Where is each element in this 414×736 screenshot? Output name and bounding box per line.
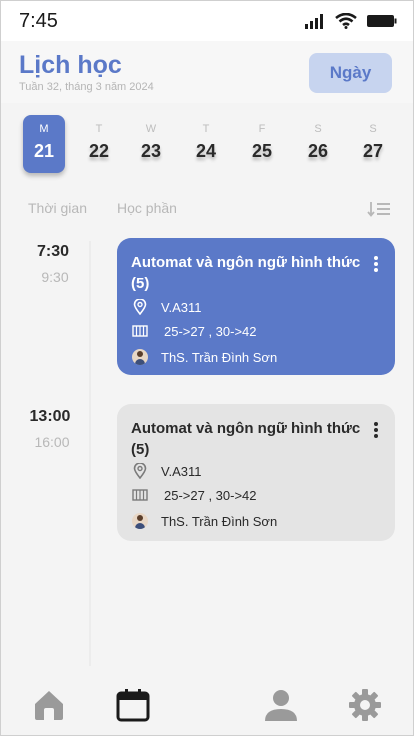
day-wednesday[interactable]: W 23 <box>130 115 172 173</box>
day-date: 26 <box>307 141 329 161</box>
room-label: V.A311 <box>161 299 202 315</box>
day-name: S <box>369 123 377 135</box>
day-tuesday[interactable]: T 22 <box>78 115 120 173</box>
more-options-icon[interactable] <box>373 422 379 438</box>
day-date: 22 <box>88 141 110 161</box>
day-monday[interactable]: M 21 <box>23 115 65 173</box>
teacher-avatar <box>131 512 149 530</box>
day-friday[interactable]: F 25 <box>241 115 283 173</box>
day-name: M <box>39 123 49 135</box>
time-column-header: Thời gian <box>28 200 87 216</box>
room-row: V.A311 <box>131 462 202 480</box>
calendar-icon <box>116 689 150 722</box>
battery-icon <box>367 15 397 27</box>
session-start-time: 13:00 <box>29 408 71 425</box>
day-view-button[interactable]: Ngày <box>309 53 392 93</box>
bottom-nav <box>1 671 413 735</box>
weeks-row: 25->27 , 30->42 <box>131 486 257 504</box>
nav-home[interactable] <box>31 687 67 723</box>
nav-profile[interactable] <box>263 687 299 723</box>
day-name: T <box>202 123 210 135</box>
weeks-label: 25->27 , 30->42 <box>164 323 257 339</box>
session-end-time: 9:30 <box>41 269 69 285</box>
more-options-icon[interactable] <box>373 256 379 272</box>
avatar <box>132 513 148 529</box>
week-strip: M 21 T 22 W 23 T 24 F 25 S 26 S 27 <box>1 105 413 181</box>
status-bar: 7:45 <box>1 1 413 41</box>
day-name: F <box>258 123 266 135</box>
sort-icon[interactable] <box>367 201 391 217</box>
day-date: 23 <box>140 141 162 161</box>
page-title: Lịch học <box>19 51 122 79</box>
day-saturday[interactable]: S 26 <box>297 115 339 173</box>
room-label: V.A311 <box>161 463 202 479</box>
header: Lịch học Tuần 32, tháng 3 năm 2024 Ngày <box>1 41 413 103</box>
weeks-grid-icon <box>131 322 149 340</box>
day-name: T <box>95 123 103 135</box>
session-card[interactable]: Automat và ngôn ngữ hình thức (5) V.A311… <box>117 404 395 541</box>
location-pin-icon <box>131 298 149 316</box>
home-icon <box>35 691 63 720</box>
teacher-row: ThS. Trần Đình Sơn <box>131 348 277 366</box>
teacher-avatar <box>131 348 149 366</box>
weeks-grid-icon <box>131 486 149 504</box>
nav-settings[interactable] <box>347 687 383 723</box>
day-name: S <box>314 123 322 135</box>
day-thursday[interactable]: T 24 <box>185 115 227 173</box>
day-date: 21 <box>33 141 55 161</box>
status-icons <box>305 13 397 29</box>
session-card[interactable]: Automat và ngôn ngữ hình thức (5) V.A311… <box>117 238 395 375</box>
timeline-line <box>89 241 91 666</box>
app-screen: 7:45 Lịch học Tuần 32, tháng 3 năm 2024 <box>0 0 414 736</box>
weeks-row: 25->27 , 30->42 <box>131 322 257 340</box>
teacher-label: ThS. Trần Đình Sơn <box>161 349 278 365</box>
teacher-row: ThS. Trần Đình Sơn <box>131 512 277 530</box>
user-icon <box>265 690 297 721</box>
course-title: Automat và ngôn ngữ hình thức (5) <box>131 420 361 458</box>
wifi-icon <box>335 13 357 29</box>
course-title: Automat và ngôn ngữ hình thức (5) <box>131 254 361 292</box>
gear-icon <box>349 689 381 721</box>
week-subtitle: Tuần 32, tháng 3 năm 2024 <box>19 81 154 93</box>
day-date: 27 <box>362 141 384 161</box>
day-date: 24 <box>195 141 217 161</box>
day-date: 25 <box>251 141 273 161</box>
session-start-time: 7:30 <box>36 243 70 260</box>
day-name: W <box>145 123 157 135</box>
location-pin-icon <box>131 462 149 480</box>
room-row: V.A311 <box>131 298 202 316</box>
weeks-label: 25->27 , 30->42 <box>164 487 257 503</box>
avatar <box>132 349 148 365</box>
session-end-time: 16:00 <box>34 434 70 450</box>
nav-calendar[interactable] <box>115 687 151 723</box>
day-sunday[interactable]: S 27 <box>352 115 394 173</box>
signal-icon <box>305 13 323 29</box>
course-column-header: Học phần <box>117 200 177 216</box>
teacher-label: ThS. Trần Đình Sơn <box>161 513 278 529</box>
status-time: 7:45 <box>19 10 58 32</box>
